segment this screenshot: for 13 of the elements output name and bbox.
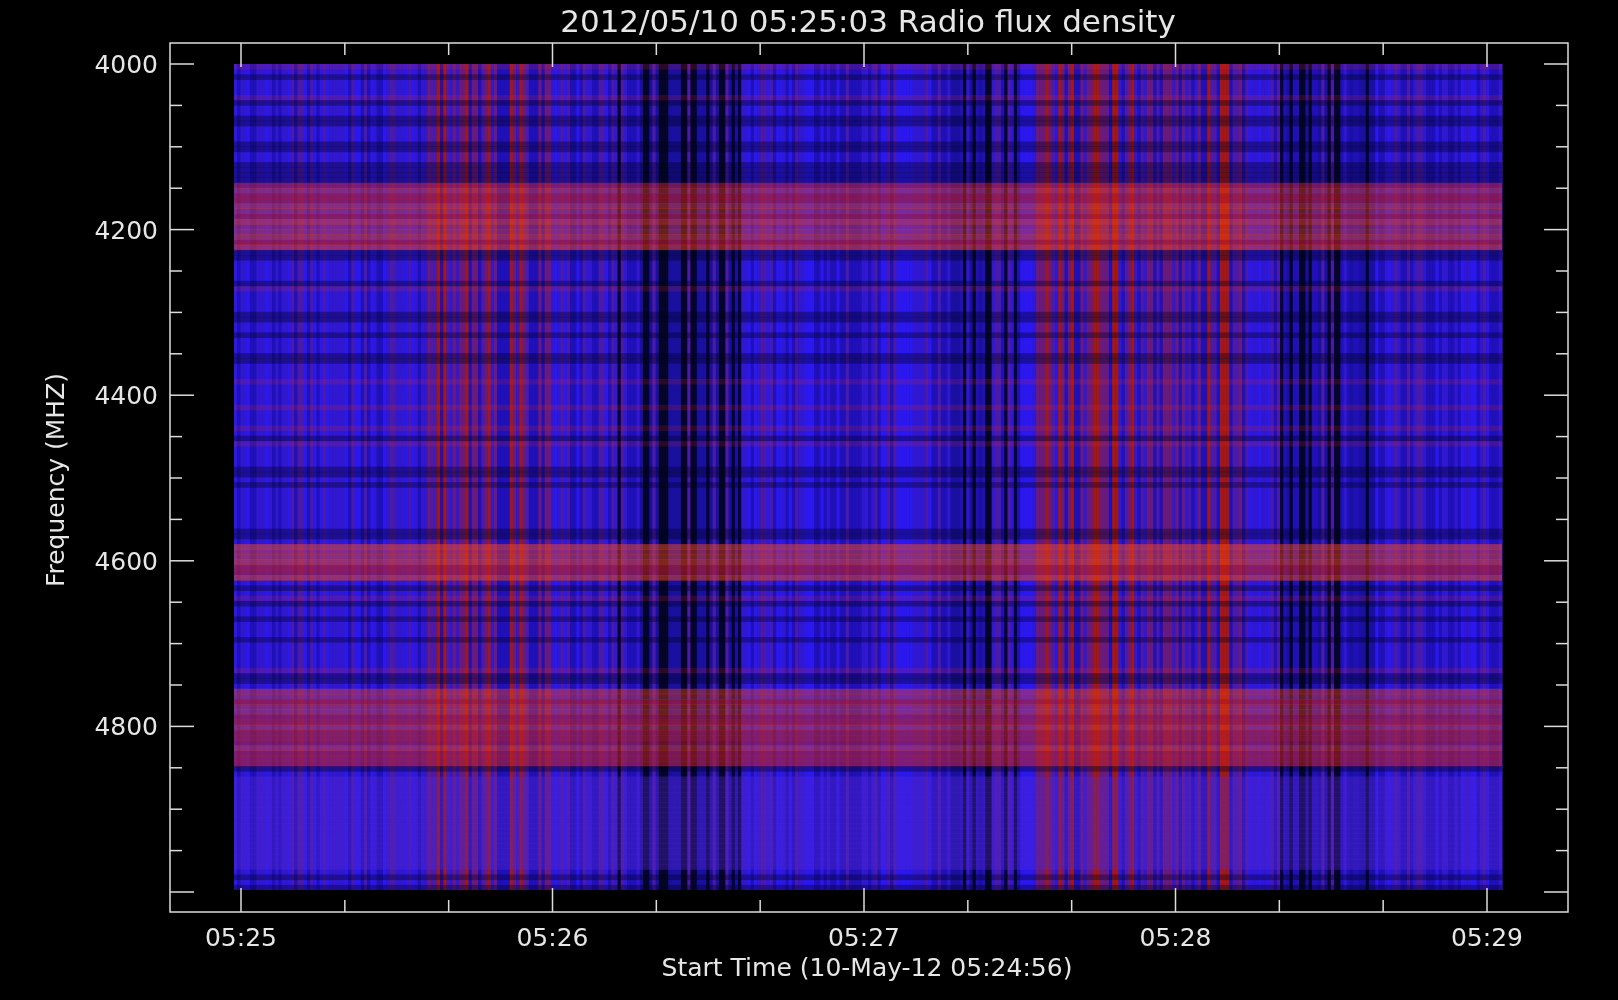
x-tick-label: 05:26 bbox=[516, 923, 589, 952]
y-tick-label: 4400 bbox=[94, 381, 158, 411]
x-tick-label: 05:29 bbox=[1451, 923, 1523, 952]
y-tick-label: 4600 bbox=[94, 546, 158, 576]
x-axis-label: Start Time (10-May-12 05:24:56) bbox=[661, 953, 1073, 982]
y-tick-label: 4800 bbox=[94, 712, 158, 742]
y-tick-label: 4200 bbox=[94, 215, 158, 245]
x-tick-label: 05:27 bbox=[828, 923, 900, 952]
y-axis-label: Frequency (MHZ) bbox=[41, 372, 70, 588]
y-tick-label: 4000 bbox=[94, 50, 158, 79]
x-tick-label: 05:25 bbox=[205, 923, 277, 952]
x-tick-label: 05:28 bbox=[1139, 923, 1212, 952]
chart-title: 2012/05/10 05:25:03 Radio flux density bbox=[560, 3, 1176, 39]
